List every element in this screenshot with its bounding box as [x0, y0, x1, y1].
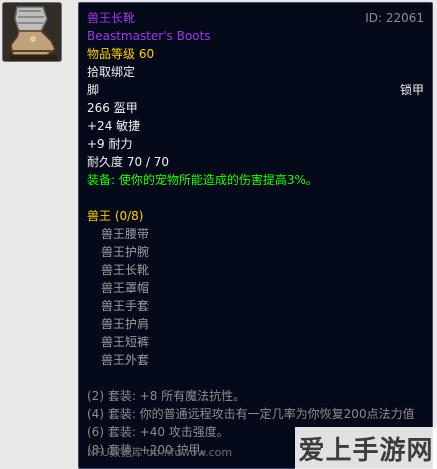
armor-value: 266 盔甲: [87, 101, 138, 115]
armor-type: 锁甲: [399, 83, 424, 97]
item-icon-frame[interactable]: [2, 2, 62, 62]
stat-agility: +24 敏捷: [87, 119, 141, 133]
set-piece[interactable]: 兽王护肩: [87, 315, 424, 333]
set-piece[interactable]: 兽王外套: [87, 351, 424, 369]
set-piece[interactable]: 兽王护腕: [87, 243, 424, 261]
database-footer[interactable]: NFU数据库 db.nfuwow.com: [87, 444, 232, 460]
equip-effect[interactable]: 装备: 使你的宠物所能造成的伤害提高3%。: [87, 171, 424, 189]
item-level: 物品等级 60: [87, 47, 155, 61]
set-bonus-4: (4) 套装: 你的普通远程攻击有一定几率为你恢复200点法力值: [87, 407, 415, 421]
item-name-english: Beastmaster's Boots: [87, 29, 211, 43]
set-piece[interactable]: 兽王罩帽: [87, 279, 424, 297]
boots-icon: [3, 3, 61, 61]
bind-type: 拾取绑定: [87, 65, 136, 79]
set-title[interactable]: 兽王 (0/8): [87, 207, 424, 225]
tooltip-body: 兽王长靴 Beastmaster's Boots 物品等级 60 拾取绑定 脚 …: [87, 9, 424, 459]
stat-stamina: +9 耐力: [87, 137, 133, 151]
durability: 耐久度 70 / 70: [87, 155, 170, 169]
set-piece[interactable]: 兽王短裤: [87, 333, 424, 351]
item-name[interactable]: 兽王长靴: [87, 9, 424, 27]
site-watermark: 爱上手游网: [295, 427, 437, 469]
item-tooltip: ID: 22061 兽王长靴 Beastmaster's Boots 物品等级 …: [78, 2, 433, 469]
set-piece[interactable]: 兽王长靴: [87, 261, 424, 279]
slot: 脚: [87, 83, 100, 97]
set-bonus-2: (2) 套装: +8 所有魔法抗性。: [87, 389, 246, 403]
slot-row: 脚 锁甲: [87, 81, 424, 99]
set-piece[interactable]: 兽王手套: [87, 297, 424, 315]
set-piece[interactable]: 兽王腰带: [87, 225, 424, 243]
